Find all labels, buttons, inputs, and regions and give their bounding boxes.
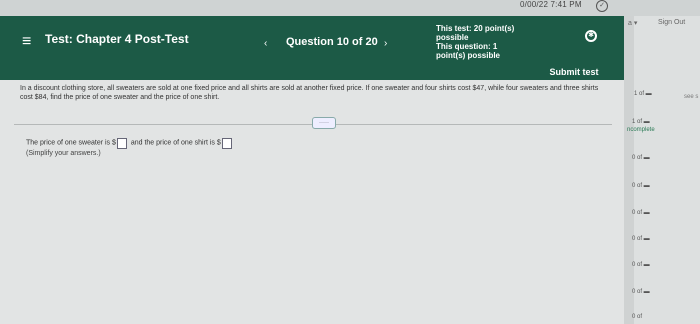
test-header: ≡ Test: Chapter 4 Post-Test ‹ Question 1… <box>0 16 624 81</box>
right-rail <box>624 16 634 324</box>
question-status[interactable]: 0 of <box>632 314 642 320</box>
expand-more-button[interactable]: ····· <box>312 117 336 129</box>
sweater-price-input[interactable] <box>116 138 127 149</box>
next-question-icon[interactable]: › <box>384 38 387 49</box>
question-nav-label[interactable]: Question 10 of 20 <box>286 36 378 48</box>
score-line: possible <box>436 33 469 42</box>
question-status[interactable]: 1 of ▬ <box>632 119 650 125</box>
gear-icon[interactable]: ✱ <box>585 30 597 42</box>
question-status[interactable]: 0 of ▬ <box>632 236 650 242</box>
answer-prefix: The price of one sweater is $ <box>26 139 116 147</box>
question-status[interactable]: 1 of ▬ <box>634 91 652 97</box>
score-line: point(s) possible <box>436 51 500 60</box>
check-icon: ✓ <box>596 0 608 12</box>
answer-line: The price of one sweater is $ and the pr… <box>26 138 234 149</box>
answer-middle: and the price of one shirt is $ <box>130 139 221 147</box>
question-area: In a discount clothing store, all sweate… <box>0 80 624 324</box>
system-clock: 0/00/22 7:41 PM <box>520 0 582 9</box>
menu-icon[interactable]: ≡ <box>22 34 31 50</box>
question-status[interactable]: 0 of ▬ <box>632 155 650 161</box>
question-text: In a discount clothing store, all sweate… <box>20 85 599 101</box>
user-menu[interactable]: a ▾ <box>628 19 637 27</box>
see-link[interactable]: see s <box>684 94 698 100</box>
question-status[interactable]: 0 of ▬ <box>632 183 650 189</box>
question-status[interactable]: 0 of ▬ <box>632 289 650 295</box>
question-status[interactable]: 0 of ▬ <box>632 210 650 216</box>
sign-out-link[interactable]: Sign Out <box>658 19 685 26</box>
submit-test-button[interactable]: Submit test <box>543 63 605 81</box>
score-line: This question: 1 <box>436 42 498 51</box>
question-status-incomplete: ncomplete <box>627 127 655 133</box>
shirt-price-input[interactable] <box>221 138 232 149</box>
question-status[interactable]: 0 of ▬ <box>632 262 650 268</box>
right-panel <box>624 16 700 324</box>
score-info: This test: 20 point(s) possible This que… <box>436 24 536 60</box>
system-strip <box>0 0 700 16</box>
test-title: Test: Chapter 4 Post-Test <box>45 32 189 46</box>
previous-question-icon[interactable]: ‹ <box>264 38 267 49</box>
simplify-note: (Simplify your answers.) <box>26 150 101 157</box>
score-line: This test: 20 point(s) <box>436 24 515 33</box>
